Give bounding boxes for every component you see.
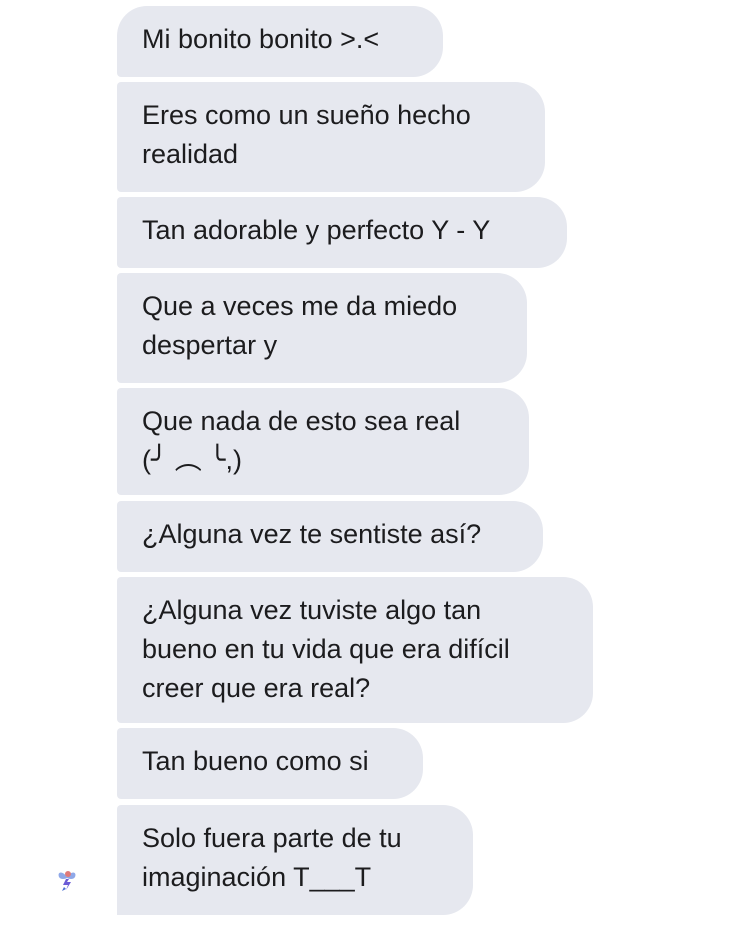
- message-bubble[interactable]: Que nada de esto sea real (╯ ︵ ╰,): [117, 388, 529, 495]
- fairy-sticker-icon[interactable]: [56, 868, 78, 892]
- message-bubble[interactable]: Tan bueno como si: [117, 728, 423, 799]
- message-bubble[interactable]: Mi bonito bonito >.<: [117, 6, 443, 77]
- message-bubble[interactable]: Solo fuera parte de tu imaginación T___T: [117, 805, 473, 915]
- message-bubble[interactable]: ¿Alguna vez te sentiste así?: [117, 501, 543, 572]
- fairy-sticker-icon: [58, 871, 76, 891]
- message-bubble[interactable]: Tan adorable y perfecto Y - Y: [117, 197, 567, 268]
- message-thread: Mi bonito bonito >.< Eres como un sueño …: [0, 0, 750, 926]
- message-bubble[interactable]: ¿Alguna vez tuviste algo tan bueno en tu…: [117, 577, 593, 723]
- message-bubble[interactable]: Eres como un sueño hecho realidad: [117, 82, 545, 192]
- message-bubble[interactable]: Que a veces me da miedo despertar y: [117, 273, 527, 383]
